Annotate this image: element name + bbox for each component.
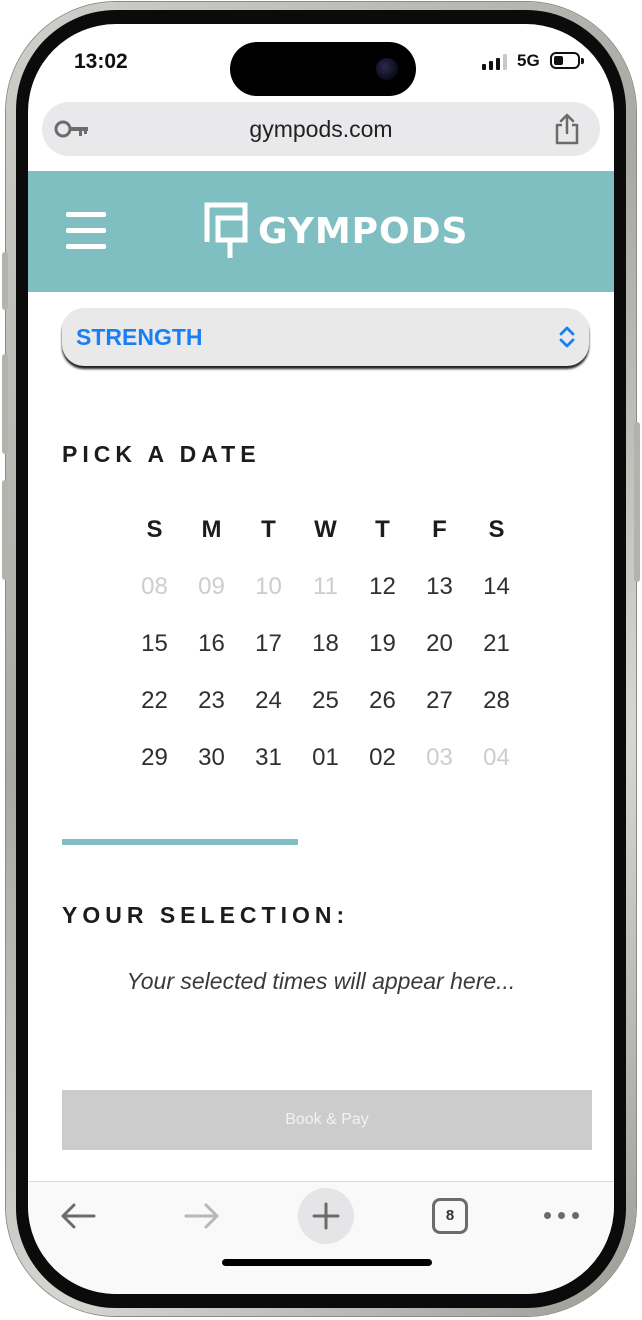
- volume-down-button: [2, 480, 8, 580]
- section-divider: [62, 839, 298, 845]
- calendar-day[interactable]: 01: [297, 744, 354, 801]
- weekday-label: W: [314, 516, 337, 543]
- calendar-week-row: 22 23 24 25 26 27 28: [126, 687, 525, 744]
- calendar-day[interactable]: 22: [126, 687, 183, 744]
- forward-arrow-icon[interactable]: [184, 1202, 220, 1230]
- calendar-day[interactable]: 16: [183, 630, 240, 687]
- calendar-day[interactable]: 15: [126, 630, 183, 687]
- action-button: [2, 252, 8, 310]
- weekday-label: F: [432, 516, 447, 543]
- calendar-day[interactable]: 19: [354, 630, 411, 687]
- calendar: S M T W T F S 08 09 10 11 12 13 14 15 16 17 18 19 20…: [126, 516, 525, 801]
- weekday-label: S: [488, 516, 505, 543]
- calendar-day[interactable]: 24: [240, 687, 297, 744]
- back-arrow-icon[interactable]: [60, 1202, 96, 1230]
- calendar-day[interactable]: 30: [183, 744, 240, 801]
- calendar-week-row: 29 30 31 01 02 03 04: [126, 744, 525, 801]
- calendar-day[interactable]: 13: [411, 573, 468, 630]
- calendar-day-disabled: 04: [483, 744, 510, 771]
- tabs-icon[interactable]: 8: [432, 1198, 468, 1234]
- calendar-day[interactable]: 02: [354, 744, 411, 801]
- chevron-up-down-icon: [559, 326, 575, 348]
- calendar-day[interactable]: 26: [354, 687, 411, 744]
- calendar-day[interactable]: 25: [297, 687, 354, 744]
- selection-placeholder: Your selected times will appear here...: [126, 968, 516, 994]
- browser-toolbar: 8: [28, 1181, 614, 1294]
- share-icon[interactable]: [554, 113, 580, 145]
- calendar-day[interactable]: 18: [297, 630, 354, 687]
- gympods-logo-icon: [204, 202, 248, 258]
- calendar-days: 08 09 10 11 12 13 14 15 16 17 18 19 20 21 22 23 24 25 26 27…: [126, 573, 525, 801]
- calendar-day-disabled: 10: [255, 573, 282, 600]
- book-and-pay-button[interactable]: Book & Pay: [62, 1090, 592, 1150]
- calendar-week-row: 15 16 17 18 19 20 21: [126, 630, 525, 687]
- plus-icon: [312, 1202, 340, 1230]
- weekday-label: T: [375, 516, 390, 543]
- screen: 13:02 5G gympods.com GYMPODS STRENGTH PI…: [28, 24, 614, 1294]
- calendar-day-disabled: 03: [426, 744, 453, 771]
- url-bar[interactable]: gympods.com: [42, 102, 600, 156]
- calendar-day[interactable]: 23: [183, 687, 240, 744]
- weekday-label: S: [146, 516, 163, 543]
- site-header: GYMPODS: [28, 171, 614, 292]
- category-select[interactable]: STRENGTH: [62, 308, 589, 366]
- power-button: [634, 422, 640, 582]
- new-tab-button[interactable]: [298, 1188, 354, 1244]
- home-indicator: [222, 1259, 432, 1266]
- calendar-day[interactable]: 17: [240, 630, 297, 687]
- status-time: 13:02: [74, 50, 128, 73]
- brand-name: GYMPODS: [258, 210, 469, 252]
- calendar-day[interactable]: 27: [411, 687, 468, 744]
- site-logo[interactable]: GYMPODS: [204, 202, 468, 260]
- calendar-day-disabled: 08: [141, 573, 168, 600]
- category-select-value[interactable]: STRENGTH: [76, 324, 203, 351]
- selection-heading: YOUR SELECTION:: [62, 902, 350, 928]
- calendar-day[interactable]: 31: [240, 744, 297, 801]
- pick-date-heading: PICK A DATE: [62, 441, 261, 467]
- battery-icon: [550, 52, 584, 69]
- signal-icon: [482, 54, 507, 70]
- calendar-week-row: 08 09 10 11 12 13 14: [126, 573, 525, 630]
- calendar-weekday-row: S M T W T F S: [126, 516, 525, 573]
- more-icon[interactable]: [544, 1212, 579, 1219]
- calendar-day-disabled: 09: [198, 573, 225, 600]
- calendar-day[interactable]: 21: [468, 630, 525, 687]
- calendar-day-disabled: 11: [313, 573, 338, 600]
- calendar-day[interactable]: 14: [468, 573, 525, 630]
- network-type: 5G: [517, 51, 540, 70]
- phone-frame: 13:02 5G gympods.com GYMPODS STRENGTH PI…: [2, 2, 640, 1316]
- calendar-day[interactable]: 28: [468, 687, 525, 744]
- camera-icon: [376, 58, 398, 80]
- menu-icon[interactable]: [66, 212, 106, 250]
- weekday-label: T: [261, 516, 276, 543]
- calendar-day[interactable]: 20: [411, 630, 468, 687]
- weekday-label: M: [201, 516, 222, 543]
- dynamic-island: [230, 42, 416, 96]
- url-text[interactable]: gympods.com: [42, 116, 600, 143]
- calendar-day[interactable]: 12: [354, 573, 411, 630]
- volume-up-button: [2, 354, 8, 454]
- calendar-day[interactable]: 29: [126, 744, 183, 801]
